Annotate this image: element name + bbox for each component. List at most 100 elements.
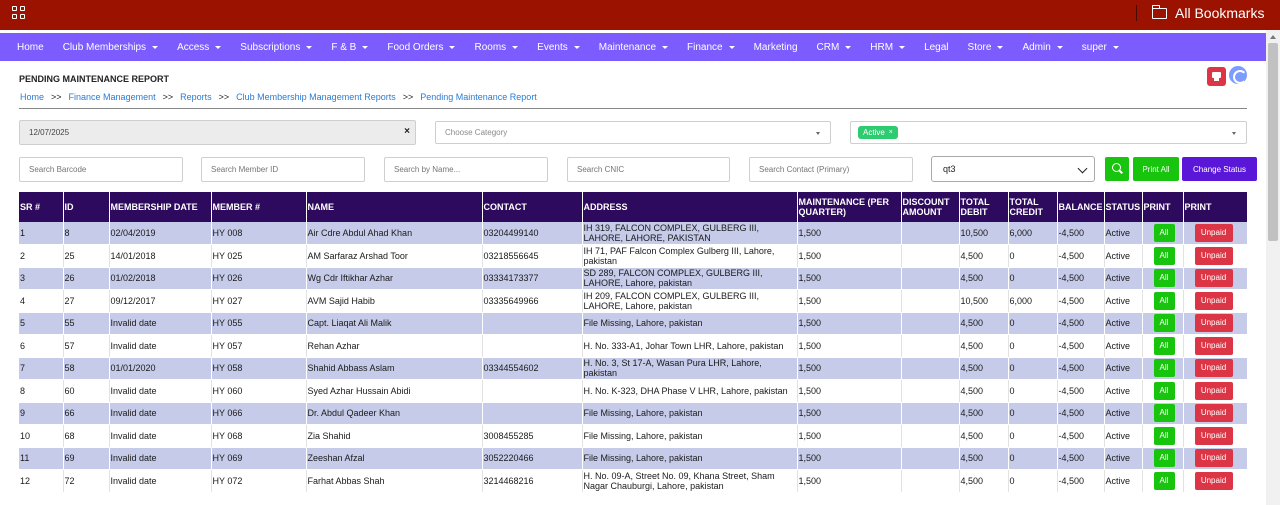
nav-item-label: Legal bbox=[924, 41, 949, 53]
print-unpaid-button[interactable]: Unpaid bbox=[1194, 224, 1233, 242]
column-header: PRINT bbox=[1142, 192, 1184, 222]
print-all-row-button[interactable]: All bbox=[1153, 471, 1175, 490]
table-cell bbox=[482, 312, 583, 335]
member-id-search-input[interactable] bbox=[201, 157, 365, 182]
table-cell: HY 066 bbox=[211, 402, 307, 425]
print-all-row-button[interactable]: All bbox=[1153, 359, 1175, 378]
clear-date-icon[interactable]: × bbox=[404, 126, 410, 137]
nav-item-crm[interactable]: CRM bbox=[817, 42, 852, 53]
cnic-search-input[interactable] bbox=[567, 157, 730, 182]
print-unpaid-button[interactable]: Unpaid bbox=[1194, 404, 1233, 423]
table-cell: Shahid Abbass Aslam bbox=[306, 357, 483, 380]
table-cell: Active bbox=[1104, 267, 1143, 290]
status-multiselect[interactable]: Active × bbox=[850, 121, 1247, 144]
table-cell: 01/02/2018 bbox=[109, 267, 212, 290]
status-tag[interactable]: Active × bbox=[858, 126, 898, 139]
column-header: BALANCE bbox=[1057, 192, 1105, 222]
breadcrumb-link[interactable]: Pending Maintenance Report bbox=[420, 92, 537, 102]
apps-grid-icon[interactable] bbox=[12, 6, 26, 20]
nav-item-hrm[interactable]: HRM bbox=[870, 42, 906, 53]
table-cell: All bbox=[1142, 244, 1184, 268]
nav-item-f-b[interactable]: F & B bbox=[331, 42, 369, 53]
table-cell: 55 bbox=[63, 312, 110, 335]
print-all-row-button[interactable]: All bbox=[1153, 246, 1175, 265]
print-unpaid-button[interactable]: Unpaid bbox=[1194, 426, 1233, 445]
table-cell: 0 bbox=[1008, 469, 1058, 493]
print-all-row-button[interactable]: All bbox=[1153, 404, 1175, 423]
table-cell: HY 072 bbox=[211, 469, 307, 493]
print-report-button[interactable] bbox=[1207, 67, 1226, 86]
print-all-row-button[interactable]: All bbox=[1153, 381, 1175, 400]
print-all-row-button[interactable]: All bbox=[1153, 224, 1175, 242]
nav-item-rooms[interactable]: Rooms bbox=[474, 42, 519, 53]
print-all-row-button[interactable]: All bbox=[1153, 291, 1175, 310]
breadcrumb-link[interactable]: Home bbox=[20, 92, 44, 102]
print-unpaid-button[interactable]: Unpaid bbox=[1194, 449, 1233, 468]
nav-item-events[interactable]: Events bbox=[537, 42, 580, 53]
refresh-button[interactable] bbox=[1229, 66, 1247, 84]
breadcrumb-link[interactable]: Club Membership Management Reports bbox=[236, 92, 396, 102]
caret-down-icon bbox=[845, 45, 852, 49]
scrollbar-thumb[interactable] bbox=[1268, 43, 1278, 241]
print-unpaid-button[interactable]: Unpaid bbox=[1194, 359, 1233, 378]
category-select[interactable]: Choose Category bbox=[435, 121, 831, 144]
table-cell: 4,500 bbox=[959, 357, 1009, 380]
change-status-button[interactable]: Change Status bbox=[1182, 157, 1257, 181]
nav-item-admin[interactable]: Admin bbox=[1022, 42, 1063, 53]
nav-item-marketing[interactable]: Marketing bbox=[754, 42, 798, 53]
table-cell: Invalid date bbox=[109, 447, 212, 470]
column-header: MEMBER # bbox=[211, 192, 307, 222]
nav-item-maintenance[interactable]: Maintenance bbox=[598, 41, 669, 53]
nav-item-home[interactable]: Home bbox=[17, 42, 44, 53]
print-all-row-button[interactable]: All bbox=[1153, 269, 1175, 288]
barcode-search-input[interactable] bbox=[19, 157, 183, 182]
search-button[interactable] bbox=[1105, 157, 1129, 181]
nav-item-finance[interactable]: Finance bbox=[687, 42, 735, 53]
chevron-down-icon bbox=[1232, 132, 1236, 135]
date-field[interactable]: 12/07/2025 × bbox=[19, 120, 416, 145]
print-unpaid-button[interactable]: Unpaid bbox=[1194, 381, 1233, 400]
table-cell: HY 057 bbox=[211, 334, 307, 358]
quarter-select[interactable]: qt3 bbox=[931, 156, 1095, 182]
print-all-row-button[interactable]: All bbox=[1153, 426, 1175, 445]
nav-item-label: Events bbox=[537, 41, 568, 53]
nav-item-super[interactable]: super bbox=[1082, 42, 1119, 53]
print-unpaid-button[interactable]: Unpaid bbox=[1194, 336, 1233, 355]
print-unpaid-button[interactable]: Unpaid bbox=[1194, 314, 1233, 333]
nav-item-subscriptions[interactable]: Subscriptions bbox=[240, 42, 313, 53]
scroll-up-arrow-icon[interactable] bbox=[1270, 35, 1276, 39]
nav-item-food-orders[interactable]: Food Orders bbox=[387, 42, 456, 53]
table-cell: Active bbox=[1104, 244, 1143, 268]
table-cell: 60 bbox=[63, 379, 110, 403]
nav-item-legal[interactable]: Legal bbox=[924, 42, 948, 53]
table-cell: All bbox=[1142, 289, 1184, 313]
breadcrumb-link[interactable]: Finance Management bbox=[69, 92, 156, 102]
contact-search-input[interactable] bbox=[749, 157, 913, 182]
print-all-row-button[interactable]: All bbox=[1153, 336, 1175, 355]
nav-item-club-memberships[interactable]: Club Memberships bbox=[63, 42, 159, 53]
print-unpaid-button[interactable]: Unpaid bbox=[1194, 471, 1233, 490]
print-unpaid-button[interactable]: Unpaid bbox=[1194, 246, 1233, 265]
all-bookmarks-button[interactable]: All Bookmarks bbox=[1151, 3, 1264, 23]
remove-tag-icon[interactable]: × bbox=[889, 129, 893, 136]
print-all-row-button[interactable]: All bbox=[1153, 449, 1175, 468]
table-cell bbox=[482, 334, 583, 358]
table-cell: 10,500 bbox=[959, 289, 1009, 313]
nav-item-access[interactable]: Access bbox=[177, 42, 222, 53]
nav-item-label: Maintenance bbox=[598, 41, 657, 53]
table-cell: Farhat Abbas Shah bbox=[306, 469, 483, 493]
maintenance-table: SR # ID MEMBERSHIP DATE MEMBER # NAME CONTACT… bbox=[19, 192, 1248, 493]
table-cell bbox=[901, 357, 960, 380]
page-scrollbar[interactable] bbox=[1266, 30, 1280, 505]
table-cell: 68 bbox=[63, 424, 110, 448]
print-unpaid-button[interactable]: Unpaid bbox=[1194, 291, 1233, 310]
table-cell: -4,500 bbox=[1057, 289, 1105, 313]
print-all-row-button[interactable]: All bbox=[1153, 314, 1175, 333]
print-all-button[interactable]: Print All bbox=[1133, 157, 1179, 181]
nav-item-store[interactable]: Store bbox=[968, 42, 1004, 53]
breadcrumb-link[interactable]: Reports bbox=[180, 92, 212, 102]
print-unpaid-button[interactable]: Unpaid bbox=[1194, 269, 1233, 288]
name-search-input[interactable] bbox=[384, 157, 548, 182]
caret-down-icon bbox=[512, 45, 519, 49]
column-header: CONTACT bbox=[482, 192, 583, 222]
